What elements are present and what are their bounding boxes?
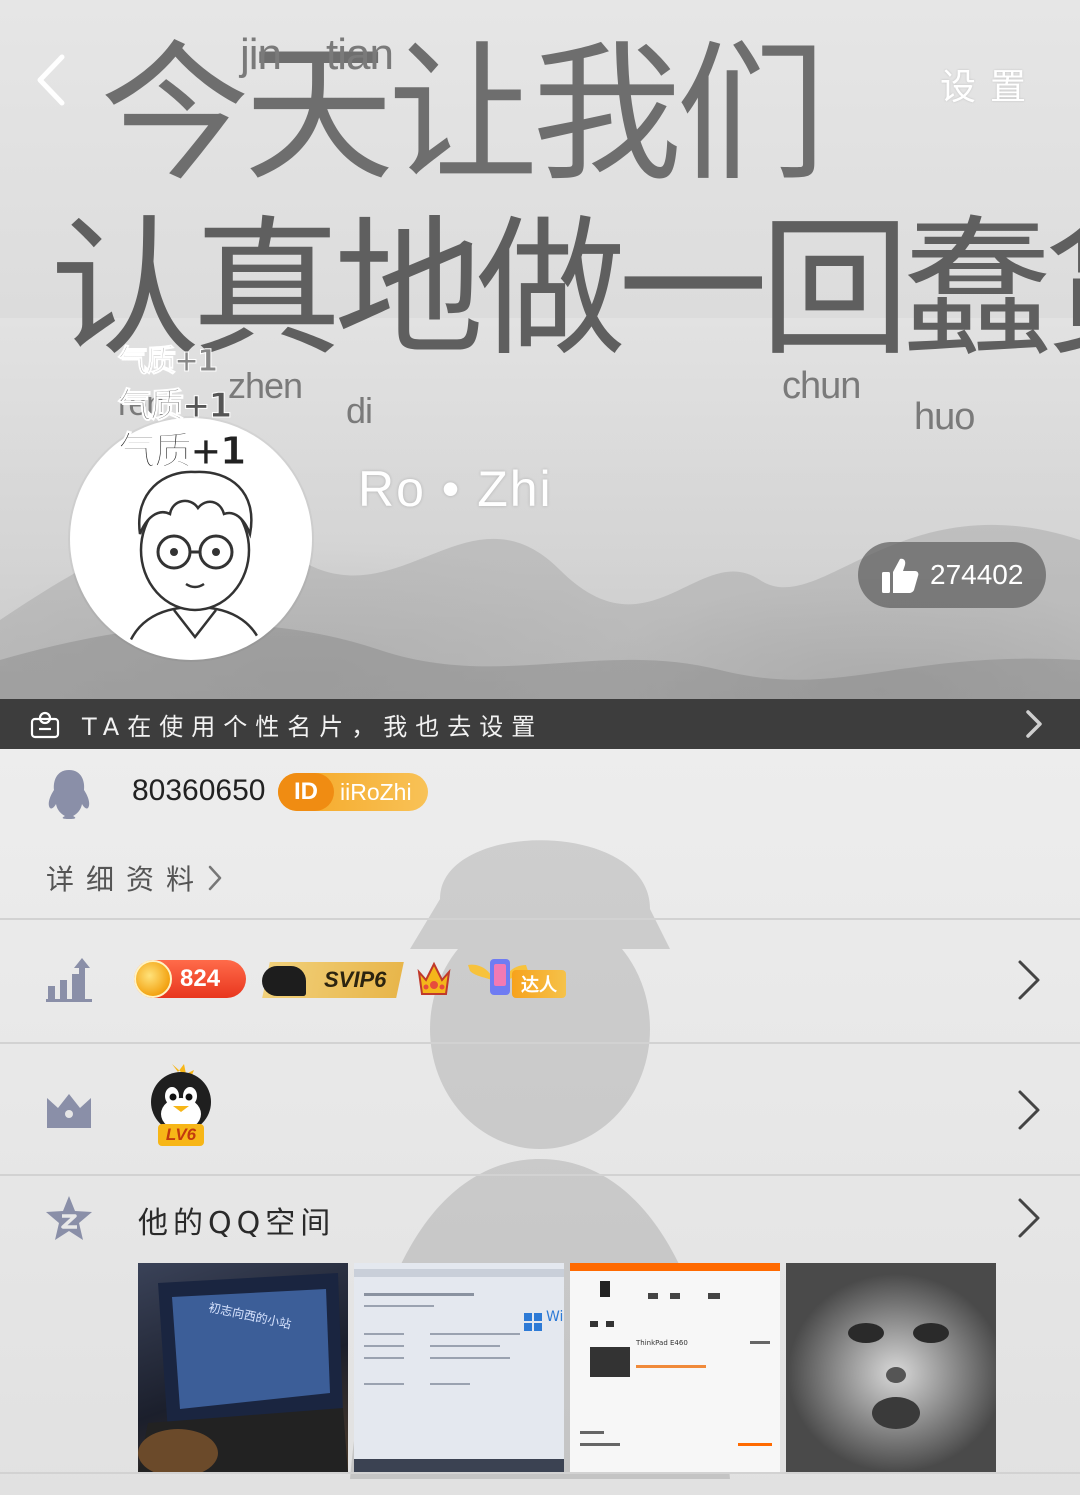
sticker-quality-1: 气质+1 <box>117 344 218 380</box>
pinyin-tian: tian <box>326 30 394 79</box>
svip-helmet-icon <box>262 966 306 996</box>
profile-cover: 今天让我们 认真地做一回蠢货 jin tian ren zhen di chun… <box>0 0 1080 700</box>
qzone-photo-1[interactable]: 初志向西的小站 <box>138 1263 348 1473</box>
qzone-photo-2[interactable]: Wi <box>354 1263 564 1473</box>
penguin-icon <box>48 770 90 819</box>
like-button[interactable]: 274402 <box>858 542 1046 608</box>
chevron-right-icon[interactable] <box>1016 1088 1042 1132</box>
chevron-right-icon[interactable] <box>1016 958 1042 1002</box>
qzone-title[interactable]: 他的QQ空间 <box>138 1198 335 1242</box>
qzone-photo-4[interactable] <box>786 1263 996 1473</box>
qzone-star-icon <box>46 1196 92 1240</box>
divider <box>0 1042 1080 1044</box>
meme-face-thumbnail <box>848 1323 949 1429</box>
pinyin-chun: chun <box>782 365 861 407</box>
coin-level-value: 824 <box>180 965 221 992</box>
sticker-quality-3: 气质+1 <box>117 429 246 474</box>
settings-button[interactable]: 设置 <box>940 58 1040 110</box>
qq-number: 80360650 <box>132 774 266 807</box>
name-card-icon <box>30 711 60 739</box>
qq-id-badge[interactable]: ID iiRoZhi <box>278 773 428 811</box>
id-text: iiRoZhi <box>340 778 412 805</box>
cover-art-line1: 今天让我们 <box>100 28 826 202</box>
system-info-photo-thumbnail <box>354 1263 564 1473</box>
details-label: 详细资料 <box>46 863 207 896</box>
name-card-banner[interactable]: TA在使用个性名片，我也去设置 <box>0 699 1080 749</box>
divider <box>0 1472 1080 1474</box>
id-mark: ID <box>278 773 334 811</box>
photo-2-caption: Wi <box>546 1309 564 1325</box>
banner-text: TA在使用个性名片，我也去设置 <box>82 712 544 741</box>
laptop-photo-thumbnail <box>138 1273 348 1473</box>
thumbs-up-icon <box>882 558 919 593</box>
growth-chart-icon <box>46 958 92 1002</box>
chevron-right-icon[interactable] <box>1016 1196 1042 1240</box>
order-screenshot-thumbnail <box>580 1281 772 1446</box>
qzone-photo-3[interactable]: ThinkPad E460 <box>570 1263 780 1473</box>
like-count: 274402 <box>930 559 1024 590</box>
level-label: LV6 <box>158 1124 204 1146</box>
pinyin-jin: jin <box>240 30 282 79</box>
photo-3-caption: ThinkPad E460 <box>636 1339 688 1347</box>
chevron-left-icon <box>37 54 65 106</box>
crown-icon[interactable] <box>416 958 452 998</box>
divider <box>0 918 1080 920</box>
svip-label: SVIP6 <box>323 967 386 992</box>
pinyin-zhen: zhen <box>228 365 303 406</box>
chevron-right-icon <box>208 865 222 891</box>
crown-level-icon <box>47 1094 91 1128</box>
pinyin-di: di <box>346 390 373 431</box>
coin-icon <box>134 960 172 998</box>
divider <box>0 1174 1080 1176</box>
details-link[interactable]: 详细资料 <box>46 858 224 898</box>
pinyin-huo: huo <box>914 396 975 438</box>
coin-level-badge[interactable]: 824 <box>134 960 246 998</box>
nickname: Ro • Zhi <box>358 461 553 517</box>
daren-label: 达人 <box>512 970 566 998</box>
back-button[interactable] <box>26 50 76 110</box>
chevron-right-icon <box>1026 710 1042 738</box>
